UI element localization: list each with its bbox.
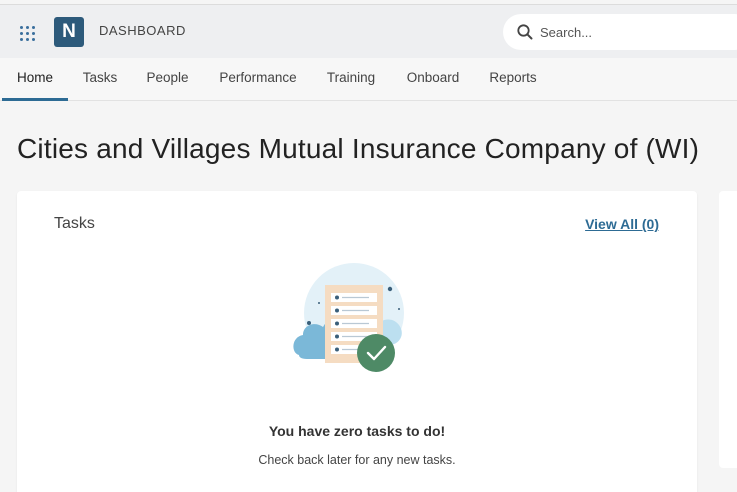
empty-state-heading: You have zero tasks to do! xyxy=(268,423,446,439)
tab-performance[interactable]: Performance xyxy=(214,58,302,101)
app-title: DASHBOARD xyxy=(99,23,186,38)
logo[interactable]: N xyxy=(54,17,84,47)
top-header: N DASHBOARD xyxy=(0,4,737,58)
empty-tasks-illustration xyxy=(293,263,404,372)
tab-people[interactable]: People xyxy=(140,58,195,101)
tab-home[interactable]: Home xyxy=(2,58,68,101)
app-grid-icon[interactable] xyxy=(20,26,36,42)
secondary-card xyxy=(719,191,737,468)
page-title: Cities and Villages Mutual Insurance Com… xyxy=(17,133,700,164)
tab-tasks[interactable]: Tasks xyxy=(78,58,122,101)
tab-onboard[interactable]: Onboard xyxy=(400,58,466,101)
tab-training[interactable]: Training xyxy=(320,58,382,101)
tab-reports[interactable]: Reports xyxy=(483,58,543,101)
empty-state-subtext: Check back later for any new tasks. xyxy=(258,453,456,467)
tasks-card-title: Tasks xyxy=(54,215,95,232)
search-input[interactable] xyxy=(540,24,720,40)
main-nav: Home Tasks People Performance Training O… xyxy=(0,58,737,101)
tasks-card: Tasks View All (0) You have zero tasks t… xyxy=(17,191,697,492)
search-box[interactable] xyxy=(503,14,737,50)
search-icon xyxy=(517,24,533,40)
view-all-link[interactable]: View All (0) xyxy=(585,216,659,232)
